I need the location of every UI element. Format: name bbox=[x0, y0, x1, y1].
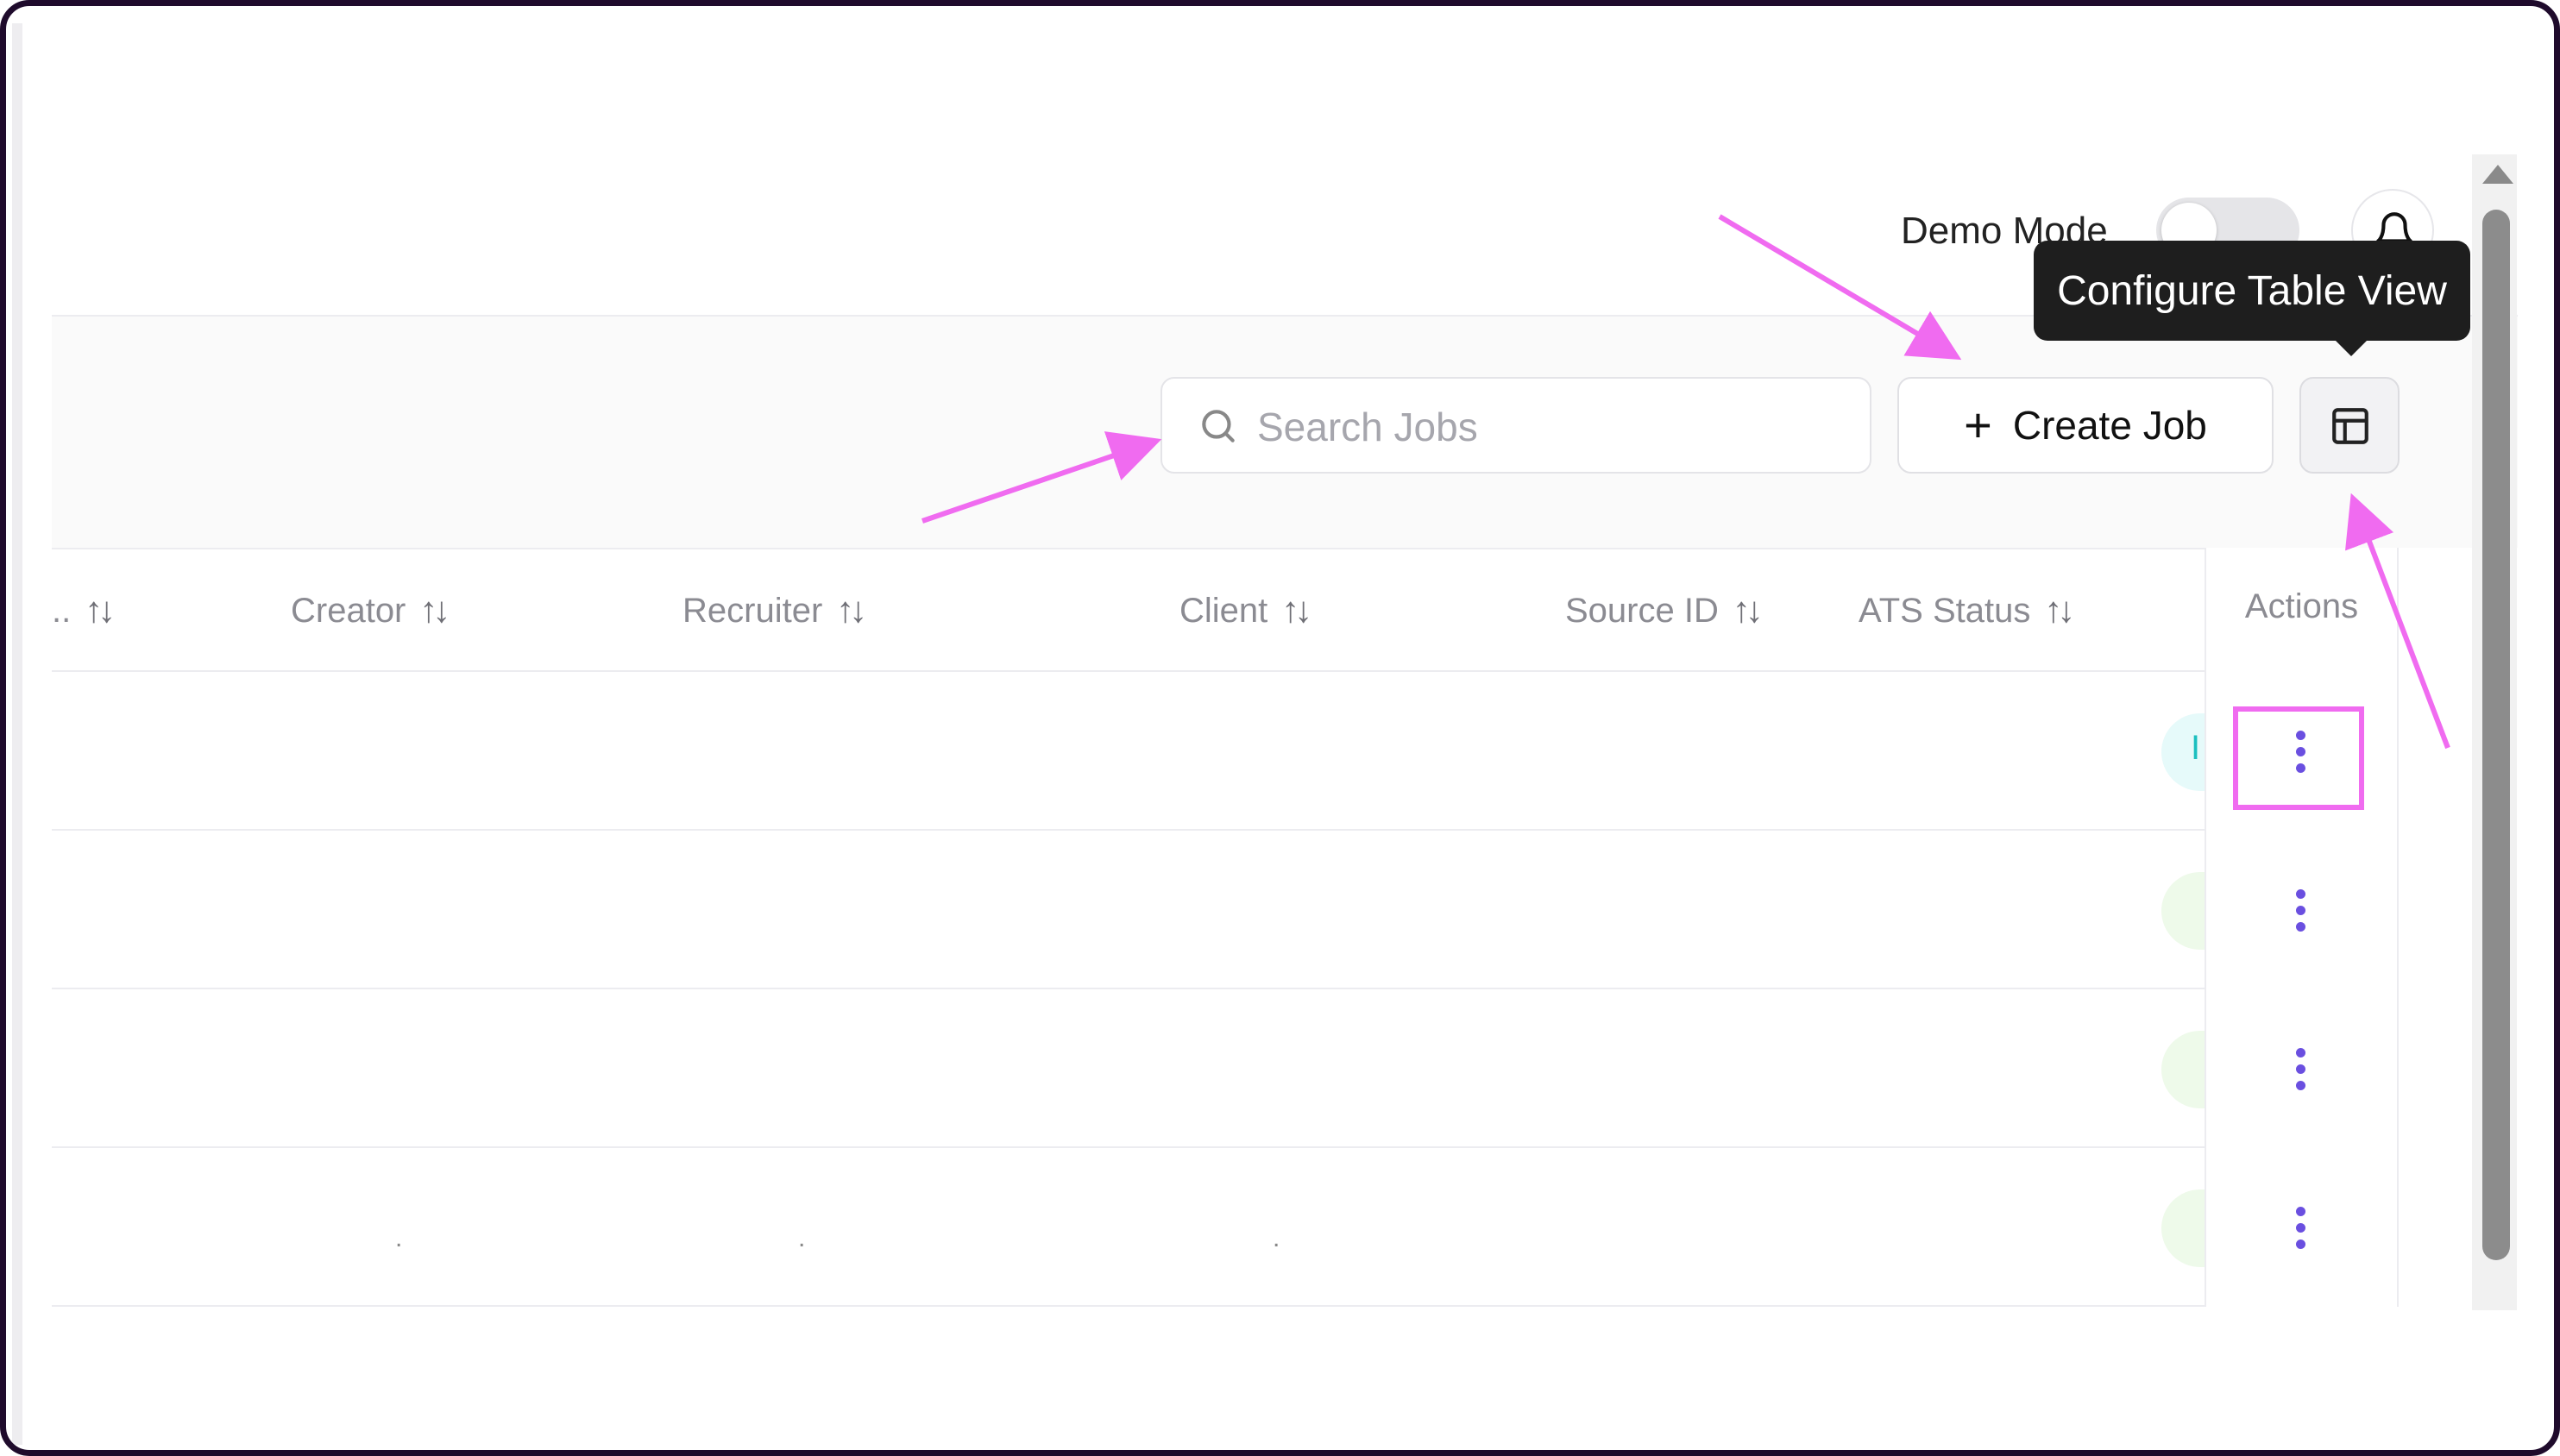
annotation-arrow-search bbox=[921, 431, 1162, 524]
annotation-arrow-config bbox=[2345, 493, 2450, 750]
annotation-arrow-create-job bbox=[1718, 214, 1962, 361]
annotation-arrows bbox=[921, 214, 2450, 750]
app-window: Demo Mode + Create Job ..↑↓ Creator↑↓ Re bbox=[0, 0, 2560, 1456]
